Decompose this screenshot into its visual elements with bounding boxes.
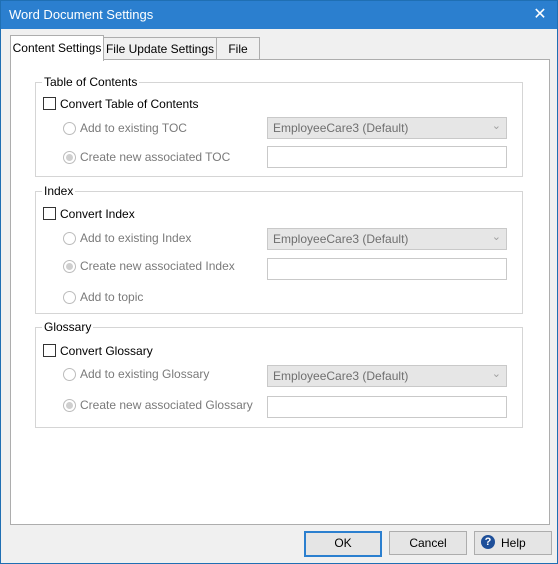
add-existing-index-label: Add to existing Index (80, 231, 192, 245)
index-group: Index Convert Index Add to existing Inde… (35, 184, 523, 314)
dialog-window: Word Document Settings ✕ Content Setting… (0, 0, 558, 564)
create-new-glossary-label: Create new associated Glossary (80, 398, 253, 412)
glossary-project-select[interactable]: EmployeeCare3 (Default) ⌄ (267, 365, 507, 387)
help-button-label: Help (501, 536, 526, 550)
create-new-glossary-radio[interactable] (63, 399, 76, 412)
glossary-group: Glossary Convert Glossary Add to existin… (35, 320, 523, 428)
title-bar[interactable]: Word Document Settings ✕ (1, 1, 557, 29)
toc-group: Table of Contents Convert Table of Conte… (35, 75, 523, 177)
add-existing-toc-label: Add to existing TOC (80, 121, 187, 135)
create-new-toc-radio[interactable] (63, 151, 76, 164)
tab-file[interactable]: File (216, 37, 260, 60)
add-existing-toc-radio[interactable] (63, 122, 76, 135)
convert-glossary-label: Convert Glossary (60, 344, 153, 358)
toc-select-value: EmployeeCare3 (Default) (273, 121, 409, 135)
convert-toc-checkbox[interactable] (43, 97, 56, 110)
create-new-toc-label: Create new associated TOC (80, 150, 231, 164)
new-index-name-input[interactable] (267, 258, 507, 280)
toc-project-select[interactable]: EmployeeCare3 (Default) ⌄ (267, 117, 507, 139)
help-button[interactable]: ? Help (474, 531, 552, 555)
close-icon[interactable]: ✕ (529, 4, 551, 26)
glossary-group-label: Glossary (42, 320, 94, 334)
convert-index-checkbox[interactable] (43, 207, 56, 220)
add-to-topic-label: Add to topic (80, 290, 144, 304)
chevron-down-icon: ⌄ (491, 231, 501, 243)
create-new-index-radio[interactable] (63, 260, 76, 273)
help-icon: ? (481, 535, 495, 549)
add-to-topic-radio[interactable] (63, 291, 76, 304)
index-group-label: Index (42, 184, 76, 198)
content-settings-panel: Table of Contents Convert Table of Conte… (10, 59, 550, 525)
convert-index-label: Convert Index (60, 207, 135, 221)
new-toc-name-input[interactable] (267, 146, 507, 168)
chevron-down-icon: ⌄ (491, 120, 501, 132)
convert-glossary-checkbox[interactable] (43, 344, 56, 357)
index-select-value: EmployeeCare3 (Default) (273, 232, 409, 246)
toc-group-label: Table of Contents (42, 75, 140, 89)
add-existing-glossary-label: Add to existing Glossary (80, 367, 210, 381)
window-title: Word Document Settings (9, 7, 154, 22)
index-project-select[interactable]: EmployeeCare3 (Default) ⌄ (267, 228, 507, 250)
ok-button[interactable]: OK (304, 531, 382, 557)
create-new-index-label: Create new associated Index (80, 259, 235, 273)
add-existing-index-radio[interactable] (63, 232, 76, 245)
tab-file-update-settings[interactable]: File Update Settings (103, 37, 217, 60)
cancel-button[interactable]: Cancel (389, 531, 467, 555)
chevron-down-icon: ⌄ (491, 368, 501, 380)
glossary-select-value: EmployeeCare3 (Default) (273, 369, 409, 383)
add-existing-glossary-radio[interactable] (63, 368, 76, 381)
tab-content-settings[interactable]: Content Settings (10, 35, 104, 61)
new-glossary-name-input[interactable] (267, 396, 507, 418)
convert-toc-label: Convert Table of Contents (60, 97, 199, 111)
